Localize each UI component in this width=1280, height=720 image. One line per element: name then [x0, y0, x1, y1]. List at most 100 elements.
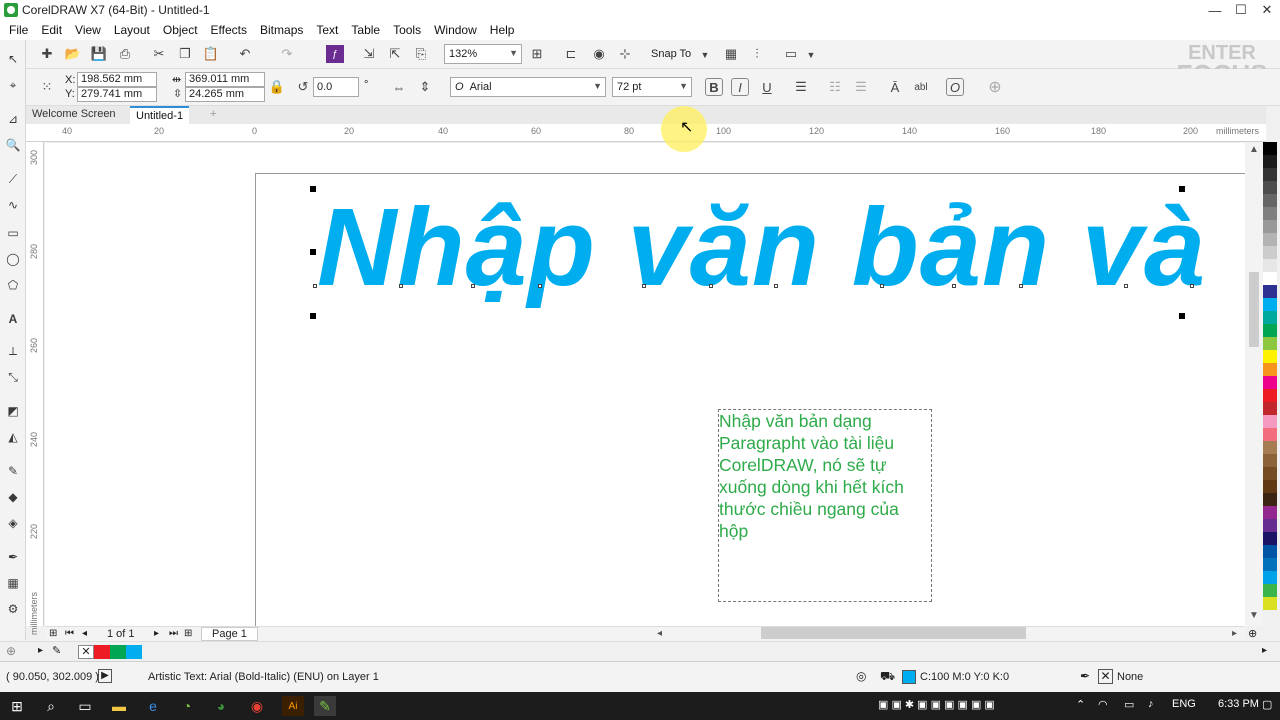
paragraph-text[interactable]: Nhập văn bản dạng Paragrapht vào tài liệ… — [719, 410, 931, 542]
char-node[interactable] — [1124, 284, 1128, 288]
fill-color-swatch[interactable] — [902, 670, 916, 684]
menu-text[interactable]: Text — [311, 23, 346, 37]
height-field[interactable]: 24.265 mm — [185, 87, 265, 102]
scroll-up-icon[interactable]: ▲ — [1249, 144, 1259, 155]
char-node[interactable] — [774, 284, 778, 288]
tray-icons[interactable]: ▣ ▣ ✱ ▣ ▣ ▣ ▣ ▣ ▣ — [878, 698, 995, 711]
interactive-opentype-icon[interactable]: O — [946, 78, 964, 96]
menu-tools[interactable]: Tools — [388, 23, 429, 37]
scroll-right-icon[interactable]: ▸ — [1232, 628, 1237, 639]
horizontal-scroll-thumb[interactable] — [761, 627, 1026, 639]
palette-swatch[interactable] — [1263, 207, 1277, 220]
selection-handle[interactable] — [310, 249, 316, 255]
chevron-down-icon[interactable]: ▼ — [696, 46, 714, 64]
snap-to-dropdown[interactable]: Snap To — [651, 48, 691, 60]
lock-ratio-icon[interactable]: 🔒 — [268, 78, 286, 96]
parallel-dimension-icon[interactable]: ⟂ — [4, 342, 22, 360]
palette-swatch[interactable] — [1263, 532, 1277, 545]
palette-swatch[interactable] — [1263, 233, 1277, 246]
palette-swatch[interactable] — [1263, 298, 1277, 311]
document-swatch[interactable] — [126, 645, 142, 659]
ellipse-tool-icon[interactable]: ◯ — [4, 250, 22, 268]
language-indicator[interactable]: ENG — [1172, 698, 1196, 710]
color-eyedropper-icon[interactable]: ✎ — [4, 462, 22, 480]
full-screen-icon[interactable]: ⊞ — [528, 45, 546, 63]
cut-icon[interactable]: ✂ — [150, 45, 168, 63]
palette-swatch[interactable] — [1263, 467, 1277, 480]
no-outline-icon[interactable]: ✕ — [1098, 669, 1113, 684]
show-guidelines-icon[interactable]: ⊹ — [616, 45, 634, 63]
char-node[interactable] — [642, 284, 646, 288]
font-list-select[interactable]: O Arial ▼ — [450, 77, 606, 97]
file-explorer-icon[interactable]: ▬ — [108, 696, 130, 716]
zoom-nav-icon[interactable]: ⊕ — [1248, 627, 1257, 640]
polygon-tool-icon[interactable]: ⬠ — [4, 276, 22, 294]
zoom-level-select[interactable]: 132% ▼ — [444, 44, 522, 64]
search-content-icon[interactable]: ƒ — [326, 45, 344, 63]
align-icon[interactable]: ⫶ — [748, 45, 766, 63]
action-center-icon[interactable]: ▢ — [1262, 698, 1272, 711]
chevron-down-icon[interactable]: ▼ — [802, 46, 820, 64]
drop-cap-icon[interactable]: ☰ — [852, 78, 870, 96]
palette-swatch[interactable] — [1263, 220, 1277, 233]
tray-chevron-icon[interactable]: ⌃ — [1076, 698, 1085, 711]
toolbox-options-icon[interactable]: ⚙ — [4, 600, 22, 618]
menu-view[interactable]: View — [70, 23, 109, 37]
copy-icon[interactable]: ❐ — [176, 45, 194, 63]
palette-swatch[interactable] — [1263, 415, 1277, 428]
italic-icon[interactable]: I — [731, 78, 749, 96]
palette-swatch[interactable] — [1263, 480, 1277, 493]
palette-swatch[interactable] — [1263, 558, 1277, 571]
next-page-icon[interactable]: ▸ — [154, 628, 159, 639]
palette-swatch[interactable] — [1263, 376, 1277, 389]
char-node[interactable] — [952, 284, 956, 288]
zoom-tool-icon[interactable]: 🔍 — [4, 136, 22, 154]
network-icon[interactable]: ◠ — [1098, 698, 1108, 711]
selection-handle[interactable] — [1179, 186, 1185, 192]
mirror-vertical-icon[interactable]: ⇕ — [416, 78, 434, 96]
palette-swatch[interactable] — [1263, 545, 1277, 558]
prev-page-icon[interactable]: ◂ — [82, 628, 87, 639]
palette-swatch[interactable] — [1263, 493, 1277, 506]
illustrator-icon[interactable]: Ai — [282, 696, 304, 716]
rotation-field[interactable]: 0.0 — [313, 77, 359, 97]
menu-table[interactable]: Table — [346, 23, 388, 37]
vertical-scroll-thumb[interactable] — [1249, 272, 1259, 347]
tab-untitled-1[interactable]: Untitled-1 — [130, 106, 190, 124]
menu-layout[interactable]: Layout — [109, 23, 158, 37]
vertical-scrollbar[interactable]: ▲ ▼ — [1245, 142, 1263, 626]
palette-swatch[interactable] — [1263, 402, 1277, 415]
add-page-icon[interactable]: ⊞ — [49, 628, 57, 639]
add-color-icon[interactable]: ⊕ — [6, 644, 16, 658]
x-position-field[interactable]: 198.562 mm — [77, 72, 157, 87]
connector-tool-icon[interactable]: ⤡ — [4, 368, 22, 386]
add-tab-button[interactable]: + — [204, 106, 222, 124]
palette-swatch[interactable] — [1263, 350, 1277, 363]
scroll-left-icon[interactable]: ◂ — [657, 628, 662, 639]
task-view-icon[interactable]: ▭ — [74, 696, 96, 716]
eyedropper-icon[interactable]: ✎ — [52, 644, 61, 657]
import-icon[interactable]: ⇲ — [360, 45, 378, 63]
horizontal-ruler[interactable]: 40 20 0 20 40 60 80 100 120 140 160 180 … — [26, 124, 1266, 142]
scroll-down-icon[interactable]: ▼ — [1249, 610, 1259, 621]
save-icon[interactable]: 💾 — [90, 45, 108, 63]
color-palette[interactable] — [1263, 142, 1277, 612]
char-node[interactable] — [471, 284, 475, 288]
rectangle-tool-icon[interactable]: ▭ — [4, 224, 22, 242]
shape-tool-icon[interactable]: ⌖ — [4, 76, 22, 94]
char-node[interactable] — [1019, 284, 1023, 288]
palette-swatch[interactable] — [1263, 272, 1277, 285]
document-swatch[interactable] — [110, 645, 126, 659]
open-folder-icon[interactable]: 📂 — [64, 45, 82, 63]
mirror-horizontal-icon[interactable]: ⇔ — [390, 78, 408, 96]
app-icon[interactable]: ◔ — [176, 696, 198, 716]
artistic-media-icon[interactable]: ∿ — [4, 196, 22, 214]
color-proofing-icon[interactable]: ◎ — [856, 669, 866, 683]
menu-window[interactable]: Window — [429, 23, 485, 37]
drop-shadow-icon[interactable]: ◩ — [4, 402, 22, 420]
palette-swatch[interactable] — [1263, 506, 1277, 519]
search-icon[interactable]: ⌕ — [40, 696, 62, 716]
palette-menu-icon[interactable]: ▸ — [1262, 645, 1267, 656]
palette-swatch[interactable] — [1263, 363, 1277, 376]
palette-swatch[interactable] — [1263, 181, 1277, 194]
